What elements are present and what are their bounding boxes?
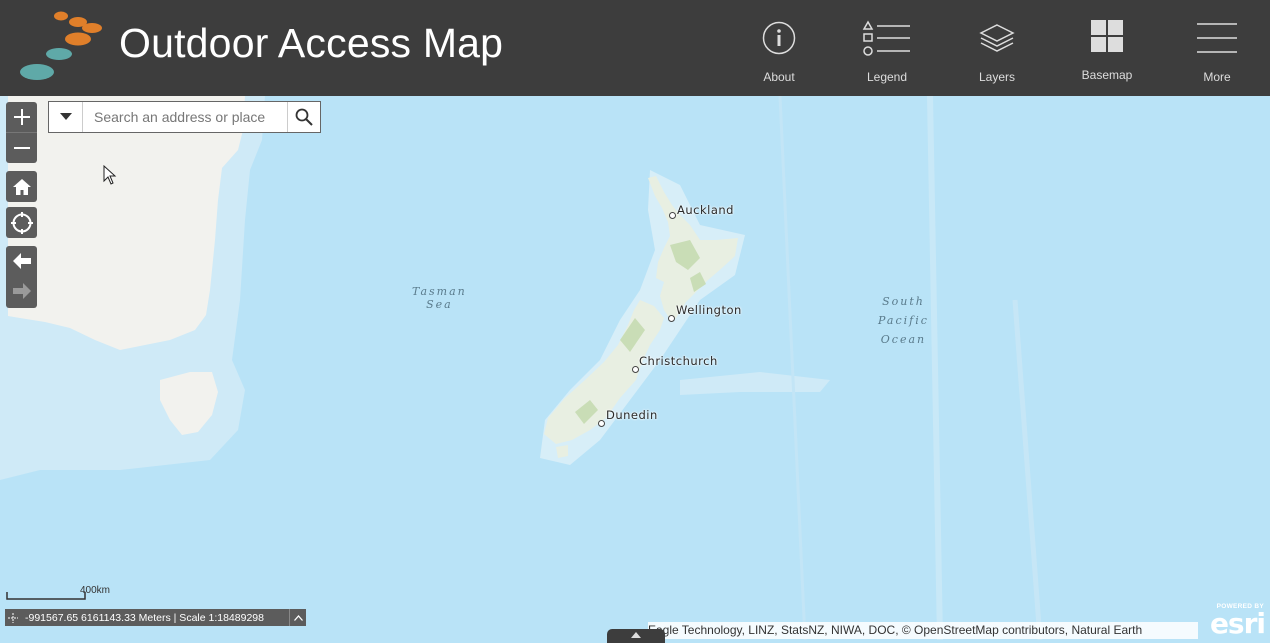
locate-icon: [10, 211, 33, 234]
city-marker-dunedin: [598, 420, 605, 427]
city-label-dunedin: Dunedin: [606, 408, 658, 422]
arrow-right-icon: [12, 283, 31, 299]
app-title: Outdoor Access Map: [119, 20, 504, 66]
coordinate-text: -991567.65 6161143.33 Meters | Scale 1:1…: [25, 611, 264, 624]
layers-label: Layers: [978, 70, 1016, 84]
esri-logo[interactable]: POWERED BY esri: [1203, 600, 1267, 640]
more-button[interactable]: More: [1167, 0, 1267, 96]
search-input[interactable]: [83, 102, 288, 132]
ocean-label-tasman-1: Tasman: [412, 285, 467, 298]
ocean-label-tasman-2: Sea: [426, 298, 453, 311]
caret-up-icon: [631, 632, 641, 638]
next-extent-button[interactable]: [6, 276, 37, 306]
basemap-button[interactable]: Basemap: [1057, 0, 1157, 96]
scale-bar: [6, 592, 86, 600]
app-header: Outdoor Access Map About Legend Layers B…: [0, 0, 1270, 96]
app-logo: [20, 11, 102, 80]
esri-brand-text: esri: [1209, 607, 1266, 640]
ocean-label-pacific: South Pacific Ocean: [878, 292, 929, 349]
crosshair-icon[interactable]: [5, 612, 21, 623]
panel-toggle-button[interactable]: [607, 629, 665, 643]
arrow-left-icon: [12, 253, 31, 269]
chevron-up-icon: [293, 614, 303, 621]
city-label-auckland: Auckland: [677, 203, 734, 217]
search-source-dropdown[interactable]: [49, 102, 83, 132]
search-icon: [295, 108, 313, 126]
ocean-label-pacific-1: South: [882, 295, 925, 308]
zoom-control: [6, 102, 37, 163]
locate-button[interactable]: [6, 207, 37, 238]
map-attribution[interactable]: Eagle Technology, LINZ, StatsNZ, NIWA, D…: [648, 622, 1198, 639]
city-marker-wellington: [668, 315, 675, 322]
info-icon: [762, 21, 796, 55]
scale-label: 400km: [80, 585, 111, 596]
city-label-wellington: Wellington: [676, 303, 742, 317]
ocean-label-tasman: Tasman Sea: [412, 285, 467, 311]
layers-button[interactable]: Layers: [947, 0, 1047, 96]
zoom-in-button[interactable]: [6, 102, 37, 132]
ocean-label-pacific-2: Pacific: [878, 314, 929, 327]
extent-navigate-control: [6, 246, 37, 308]
more-label: More: [1203, 70, 1231, 84]
minus-icon: [13, 147, 30, 149]
mouse-cursor-icon: [103, 165, 117, 185]
layers-icon: [979, 24, 1015, 52]
ocean-label-pacific-3: Ocean: [880, 333, 927, 346]
legend-label: Legend: [866, 70, 908, 84]
search-widget: [48, 101, 321, 133]
city-marker-auckland: [669, 212, 676, 219]
plus-icon: [13, 109, 30, 125]
basemap-label: Basemap: [1081, 68, 1133, 82]
basemap-icon: [1091, 20, 1123, 52]
search-button[interactable]: [287, 102, 320, 132]
previous-extent-button[interactable]: [6, 246, 37, 276]
about-label: About: [763, 70, 795, 84]
about-button[interactable]: About: [729, 0, 829, 96]
coordinate-display: -991567.65 6161143.33 Meters | Scale 1:1…: [5, 609, 306, 626]
zoom-out-button[interactable]: [6, 133, 37, 163]
home-button[interactable]: [6, 171, 37, 202]
city-marker-christchurch: [632, 366, 639, 373]
coordinate-expand-button[interactable]: [289, 609, 306, 626]
city-label-christchurch: Christchurch: [639, 354, 718, 368]
caret-down-icon: [59, 113, 72, 120]
legend-icon: [862, 20, 910, 56]
home-icon: [12, 178, 31, 195]
legend-button[interactable]: Legend: [837, 0, 937, 96]
menu-icon: [1197, 23, 1237, 53]
